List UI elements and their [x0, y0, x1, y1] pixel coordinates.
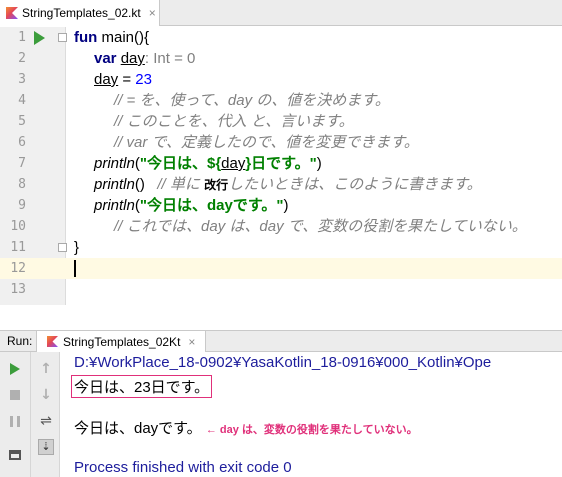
- line-number: 6: [18, 135, 26, 150]
- code-line-5: 5 // このことを、代入 と、言います。: [0, 111, 562, 132]
- code-line-7: 7 println("今日は、${day}日です。"): [0, 153, 562, 174]
- editor-tab[interactable]: StringTemplates_02.kt ×: [0, 0, 160, 26]
- stop-button[interactable]: [6, 386, 24, 404]
- line-number: 9: [18, 198, 26, 213]
- run-gutter-icon[interactable]: [34, 31, 45, 45]
- editor-tab-bar: StringTemplates_02.kt ×: [0, 0, 562, 26]
- soft-wrap-button[interactable]: ⇌: [37, 412, 55, 430]
- line-number: 3: [18, 72, 26, 87]
- console-path-line: D:¥WorkPlace_18-0902¥YasaKotlin_18-0916¥…: [74, 354, 492, 371]
- annotation-note: ← day は、変数の役割を果たしていない。: [205, 424, 418, 436]
- function-call: println: [94, 197, 135, 214]
- text-caret: [74, 260, 76, 277]
- line-number: 11: [10, 240, 26, 255]
- line-number: 10: [10, 219, 26, 234]
- pause-icon: [10, 415, 20, 427]
- arrow-up-icon: ↑: [40, 361, 52, 377]
- console-output[interactable]: D:¥WorkPlace_18-0902¥YasaKotlin_18-0916¥…: [61, 352, 562, 477]
- scroll-to-end-button[interactable]: ⇣: [37, 438, 55, 456]
- editor-tab-label: StringTemplates_02.kt: [22, 6, 141, 20]
- play-icon: [10, 363, 20, 375]
- code-editor[interactable]: 1 fun main(){ 2 var day: Int = 0 3 day =…: [0, 27, 562, 305]
- soft-wrap-icon: ⇌: [40, 413, 52, 429]
- variable: day: [120, 50, 145, 67]
- function-call: println: [94, 176, 135, 193]
- comment: // 単に: [157, 176, 200, 193]
- string-literal: "今日は、dayです。": [139, 197, 284, 214]
- paren: ): [316, 155, 322, 172]
- comment: // var で、定義したので、値を変更できます。: [114, 134, 419, 151]
- code-line-12[interactable]: 12: [0, 258, 562, 279]
- line-number: 12: [10, 261, 26, 276]
- paren: (): [134, 176, 145, 193]
- pause-button[interactable]: [6, 412, 24, 430]
- line-number: 2: [18, 51, 26, 66]
- code-text: =: [118, 71, 136, 88]
- rerun-button[interactable]: [6, 360, 24, 378]
- line-number: 13: [10, 282, 26, 297]
- run-tab-label: StringTemplates_02Kt: [63, 334, 181, 349]
- code-line-2: 2 var day: Int = 0: [0, 48, 562, 69]
- scroll-to-end-icon: ⇣: [38, 439, 54, 455]
- comment: // これでは、day は、day で、変数の役割を果たしていない。: [114, 218, 527, 235]
- layout-icon: [9, 450, 21, 460]
- previous-occurrence-button[interactable]: ↑: [37, 360, 55, 378]
- next-occurrence-button[interactable]: ↓: [37, 386, 55, 404]
- code-text: }: [74, 239, 80, 256]
- line-number: 5: [18, 114, 26, 129]
- arrow-down-icon: ↓: [40, 387, 52, 403]
- run-toolbar: [0, 352, 31, 477]
- function-call: println: [94, 155, 135, 172]
- line-number: 8: [18, 177, 26, 192]
- code-line-9: 9 println("今日は、dayです。"): [0, 195, 562, 216]
- stop-icon: [10, 390, 20, 400]
- layout-button[interactable]: [6, 446, 24, 464]
- line-number: 7: [18, 156, 26, 171]
- comment: // = を、使って、day の、値を決めます。: [114, 92, 390, 109]
- type-annotation: : Int = 0: [144, 50, 196, 67]
- console-output-line-1: 今日は、23日です。: [71, 375, 213, 398]
- code-line-11: 11 }: [0, 237, 562, 258]
- code-line-10: 10 // これでは、day は、day で、変数の役割を果たしていない。: [0, 216, 562, 237]
- code-line-13: 13: [0, 279, 562, 300]
- kotlin-file-icon: [47, 336, 58, 347]
- keyword: fun: [74, 29, 98, 46]
- console-output-text: 今日は、dayです。: [74, 420, 202, 437]
- console-output-line-3: 今日は、dayです。 ← day は、変数の役割を果たしていない。: [74, 417, 418, 438]
- keyword: var: [94, 50, 117, 67]
- close-icon[interactable]: ×: [149, 6, 156, 20]
- paren: ): [283, 197, 289, 214]
- code-line-1: 1 fun main(){: [0, 27, 562, 48]
- variable: day: [94, 71, 119, 88]
- comment: // このことを、代入 と、言います。: [114, 113, 354, 130]
- number-literal: 23: [135, 71, 152, 88]
- variable: day: [221, 155, 246, 172]
- comment: したいときは、このように書きます。: [228, 176, 482, 193]
- run-tool-window-header: Run: StringTemplates_02Kt ×: [0, 330, 562, 352]
- code-line-6: 6 // var で、定義したので、値を変更できます。: [0, 132, 562, 153]
- console-toolbar: ↑ ↓ ⇌ ⇣: [31, 352, 60, 477]
- run-tab[interactable]: StringTemplates_02Kt ×: [36, 331, 206, 352]
- close-icon[interactable]: ×: [188, 335, 195, 349]
- process-finished-line: Process finished with exit code 0: [74, 459, 292, 476]
- code-line-3: 3 day = 23: [0, 69, 562, 90]
- kotlin-file-icon: [6, 7, 18, 19]
- code-line-4: 4 // = を、使って、day の、値を決めます。: [0, 90, 562, 111]
- code-text: main(){: [97, 29, 150, 46]
- string-literal: "今日は、${: [139, 155, 222, 172]
- code-line-8: 8 println() // 単に 改行したいときは、このように書きます。: [0, 174, 562, 195]
- line-number: 1: [18, 30, 26, 45]
- fold-icon[interactable]: [58, 33, 67, 42]
- fold-icon[interactable]: [58, 243, 67, 252]
- run-label: Run:: [7, 334, 33, 348]
- line-number: 4: [18, 93, 26, 108]
- string-literal: }日です。": [245, 155, 317, 172]
- comment-emphasis: 改行: [204, 178, 229, 192]
